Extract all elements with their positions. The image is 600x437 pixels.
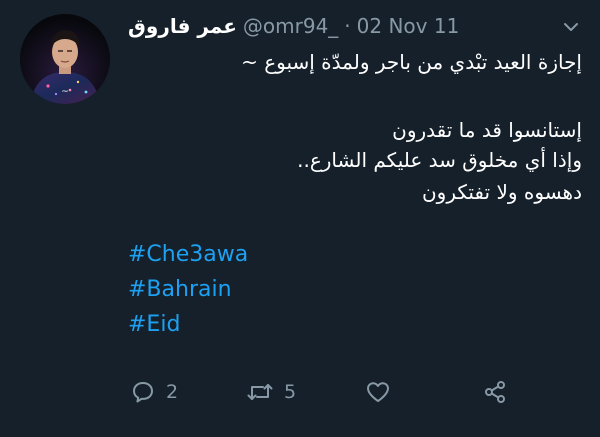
hashtag-link[interactable]: #Eid xyxy=(128,312,180,337)
tweet-text-line: دهسوه ولا تفتكرون xyxy=(421,180,582,204)
reply-count: 2 xyxy=(166,381,179,403)
chevron-down-icon[interactable] xyxy=(560,16,582,38)
svg-text:~: ~ xyxy=(61,87,69,97)
hashtag-link[interactable]: #Che3awa xyxy=(128,242,248,267)
heart-icon xyxy=(367,382,389,402)
reply-button[interactable]: 2 xyxy=(130,376,178,408)
tweet-text-line: إجازة العيد تبْدي من باجر ولمدّة إسبوع ~ xyxy=(241,50,582,74)
tweet-header: عمر فاروق @omr94_ · 02 Nov 11 xyxy=(128,10,459,42)
author-handle[interactable]: @omr94_ xyxy=(243,14,338,38)
share-icon xyxy=(485,381,505,403)
tweet-card[interactable]: ~ عمر فاروق @omr94_ · 02 Nov 11 إجازة ال… xyxy=(0,0,600,437)
tweet-date[interactable]: 02 Nov 11 xyxy=(357,14,460,38)
reply-icon xyxy=(133,382,153,403)
retweet-button[interactable]: 5 xyxy=(246,376,296,408)
share-button[interactable] xyxy=(482,376,508,408)
tweet-text-line: وإذا أي مخلوق سد عليكم الشارع.. xyxy=(297,148,582,172)
author-name[interactable]: عمر فاروق xyxy=(128,14,237,38)
tweet-text-line: إستانسوا قد ما تقدرون xyxy=(392,118,582,142)
avatar-image: ~ xyxy=(20,14,110,104)
retweet-count: 5 xyxy=(284,381,297,403)
retweet-icon xyxy=(247,384,273,400)
separator-dot: · xyxy=(344,14,351,38)
like-button[interactable] xyxy=(364,376,392,408)
avatar[interactable]: ~ xyxy=(20,14,110,104)
hashtag-link[interactable]: #Bahrain xyxy=(128,277,232,302)
